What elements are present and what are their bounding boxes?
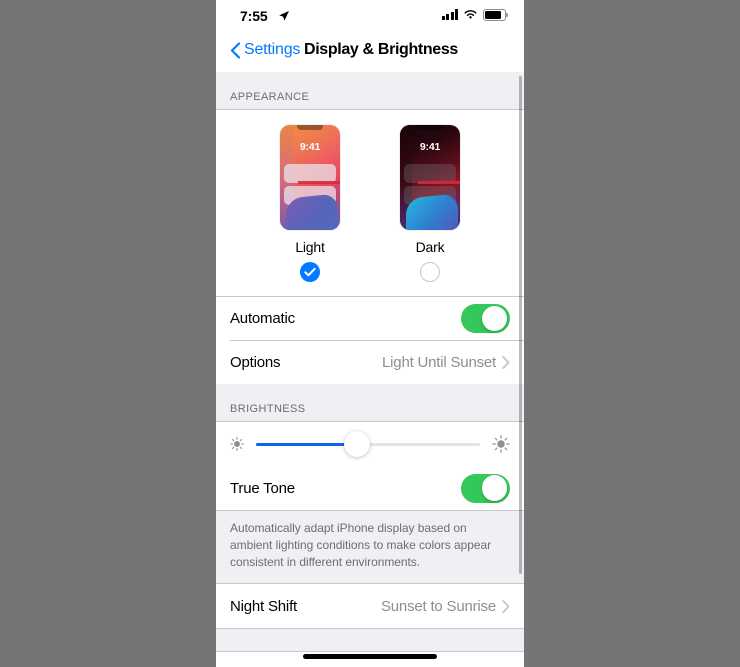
night-shift-label: Night Shift [230,597,297,615]
navigation-bar: Settings Display & Brightness [216,34,524,72]
options-right: Light Until Sunset [382,354,510,371]
light-option-radio[interactable] [300,262,320,282]
true-tone-toggle[interactable] [461,473,510,503]
slider-fill [256,442,357,446]
appearance-section-header: APPEARANCE [216,72,524,109]
section-gap [216,629,524,651]
night-shift-value: Sunset to Sunrise [380,597,496,615]
true-tone-right [461,473,510,503]
brightness-section-header: BRIGHTNESS [216,384,524,421]
chevron-right-icon [502,599,510,613]
brightness-card: True Tone [216,421,524,511]
brightness-slider[interactable] [256,430,480,458]
dark-option-radio[interactable] [420,262,440,282]
dark-option-label: Dark [415,239,445,255]
battery-icon [483,9,509,21]
true-tone-label: True Tone [230,479,295,497]
dark-preview-time: 9:41 [419,141,441,153]
wallpaper-accent-line [298,181,340,184]
appearance-options-row[interactable]: Options Light Until Sunset [216,340,524,384]
chevron-right-icon [502,355,510,369]
preview-notch [297,125,323,130]
light-preview-time: 9:41 [299,141,321,153]
back-button-label: Settings [244,41,301,58]
wallpaper-blob [286,193,338,230]
toggle-knob [482,475,508,501]
sun-small-icon [230,437,244,451]
vertical-scrollbar[interactable] [519,76,522,574]
automatic-label: Automatic [230,310,295,327]
slider-thumb[interactable] [343,431,370,457]
appearance-option-dark[interactable]: 9:41 Dark [399,125,461,282]
options-value: Light Until Sunset [382,353,496,371]
status-bar-time: 7:55 [240,8,268,24]
wifi-icon [464,10,477,19]
options-label: Options [230,353,281,371]
preview-notch [417,125,443,130]
status-bar-indicators [441,9,509,21]
iphone-screen: 7:55 Settings Display & Brightness APPEA… [216,0,524,667]
sun-large-icon [492,435,510,453]
back-to-settings-button[interactable]: Settings [230,41,300,59]
page-title: Display & Brightness [304,41,458,58]
settings-scroll-view[interactable]: APPEARANCE 9:41 Light 9:41 Dark Automati… [216,72,524,667]
toggle-knob [482,305,508,332]
night-shift-right: Sunset to Sunrise [381,598,510,615]
chevron-left-icon [230,41,241,59]
slider-track [256,431,480,457]
true-tone-footer-note: Automatically adapt iPhone display based… [216,511,524,583]
brightness-slider-row[interactable] [216,422,524,466]
checkmark-icon [304,267,316,277]
cellular-signal-icon [441,9,458,21]
status-bar: 7:55 [216,0,524,34]
location-arrow-icon [279,11,289,21]
automatic-row[interactable]: Automatic [216,296,524,340]
dark-mode-preview: 9:41 [400,125,460,230]
true-tone-row[interactable]: True Tone [216,466,524,510]
automatic-right [461,304,510,333]
appearance-option-light[interactable]: 9:41 Light [279,125,341,282]
wallpaper-blob [406,193,458,230]
night-shift-card: Night Shift Sunset to Sunrise [216,583,524,629]
appearance-card: 9:41 Light 9:41 Dark Automatic Options L… [216,109,524,384]
automatic-toggle[interactable] [461,304,510,333]
light-mode-preview: 9:41 [280,125,340,230]
light-option-label: Light [295,239,325,255]
night-shift-row[interactable]: Night Shift Sunset to Sunrise [216,584,524,628]
wallpaper-accent-line [418,181,460,184]
appearance-options: 9:41 Light 9:41 Dark [216,125,524,282]
home-indicator[interactable] [303,654,437,659]
